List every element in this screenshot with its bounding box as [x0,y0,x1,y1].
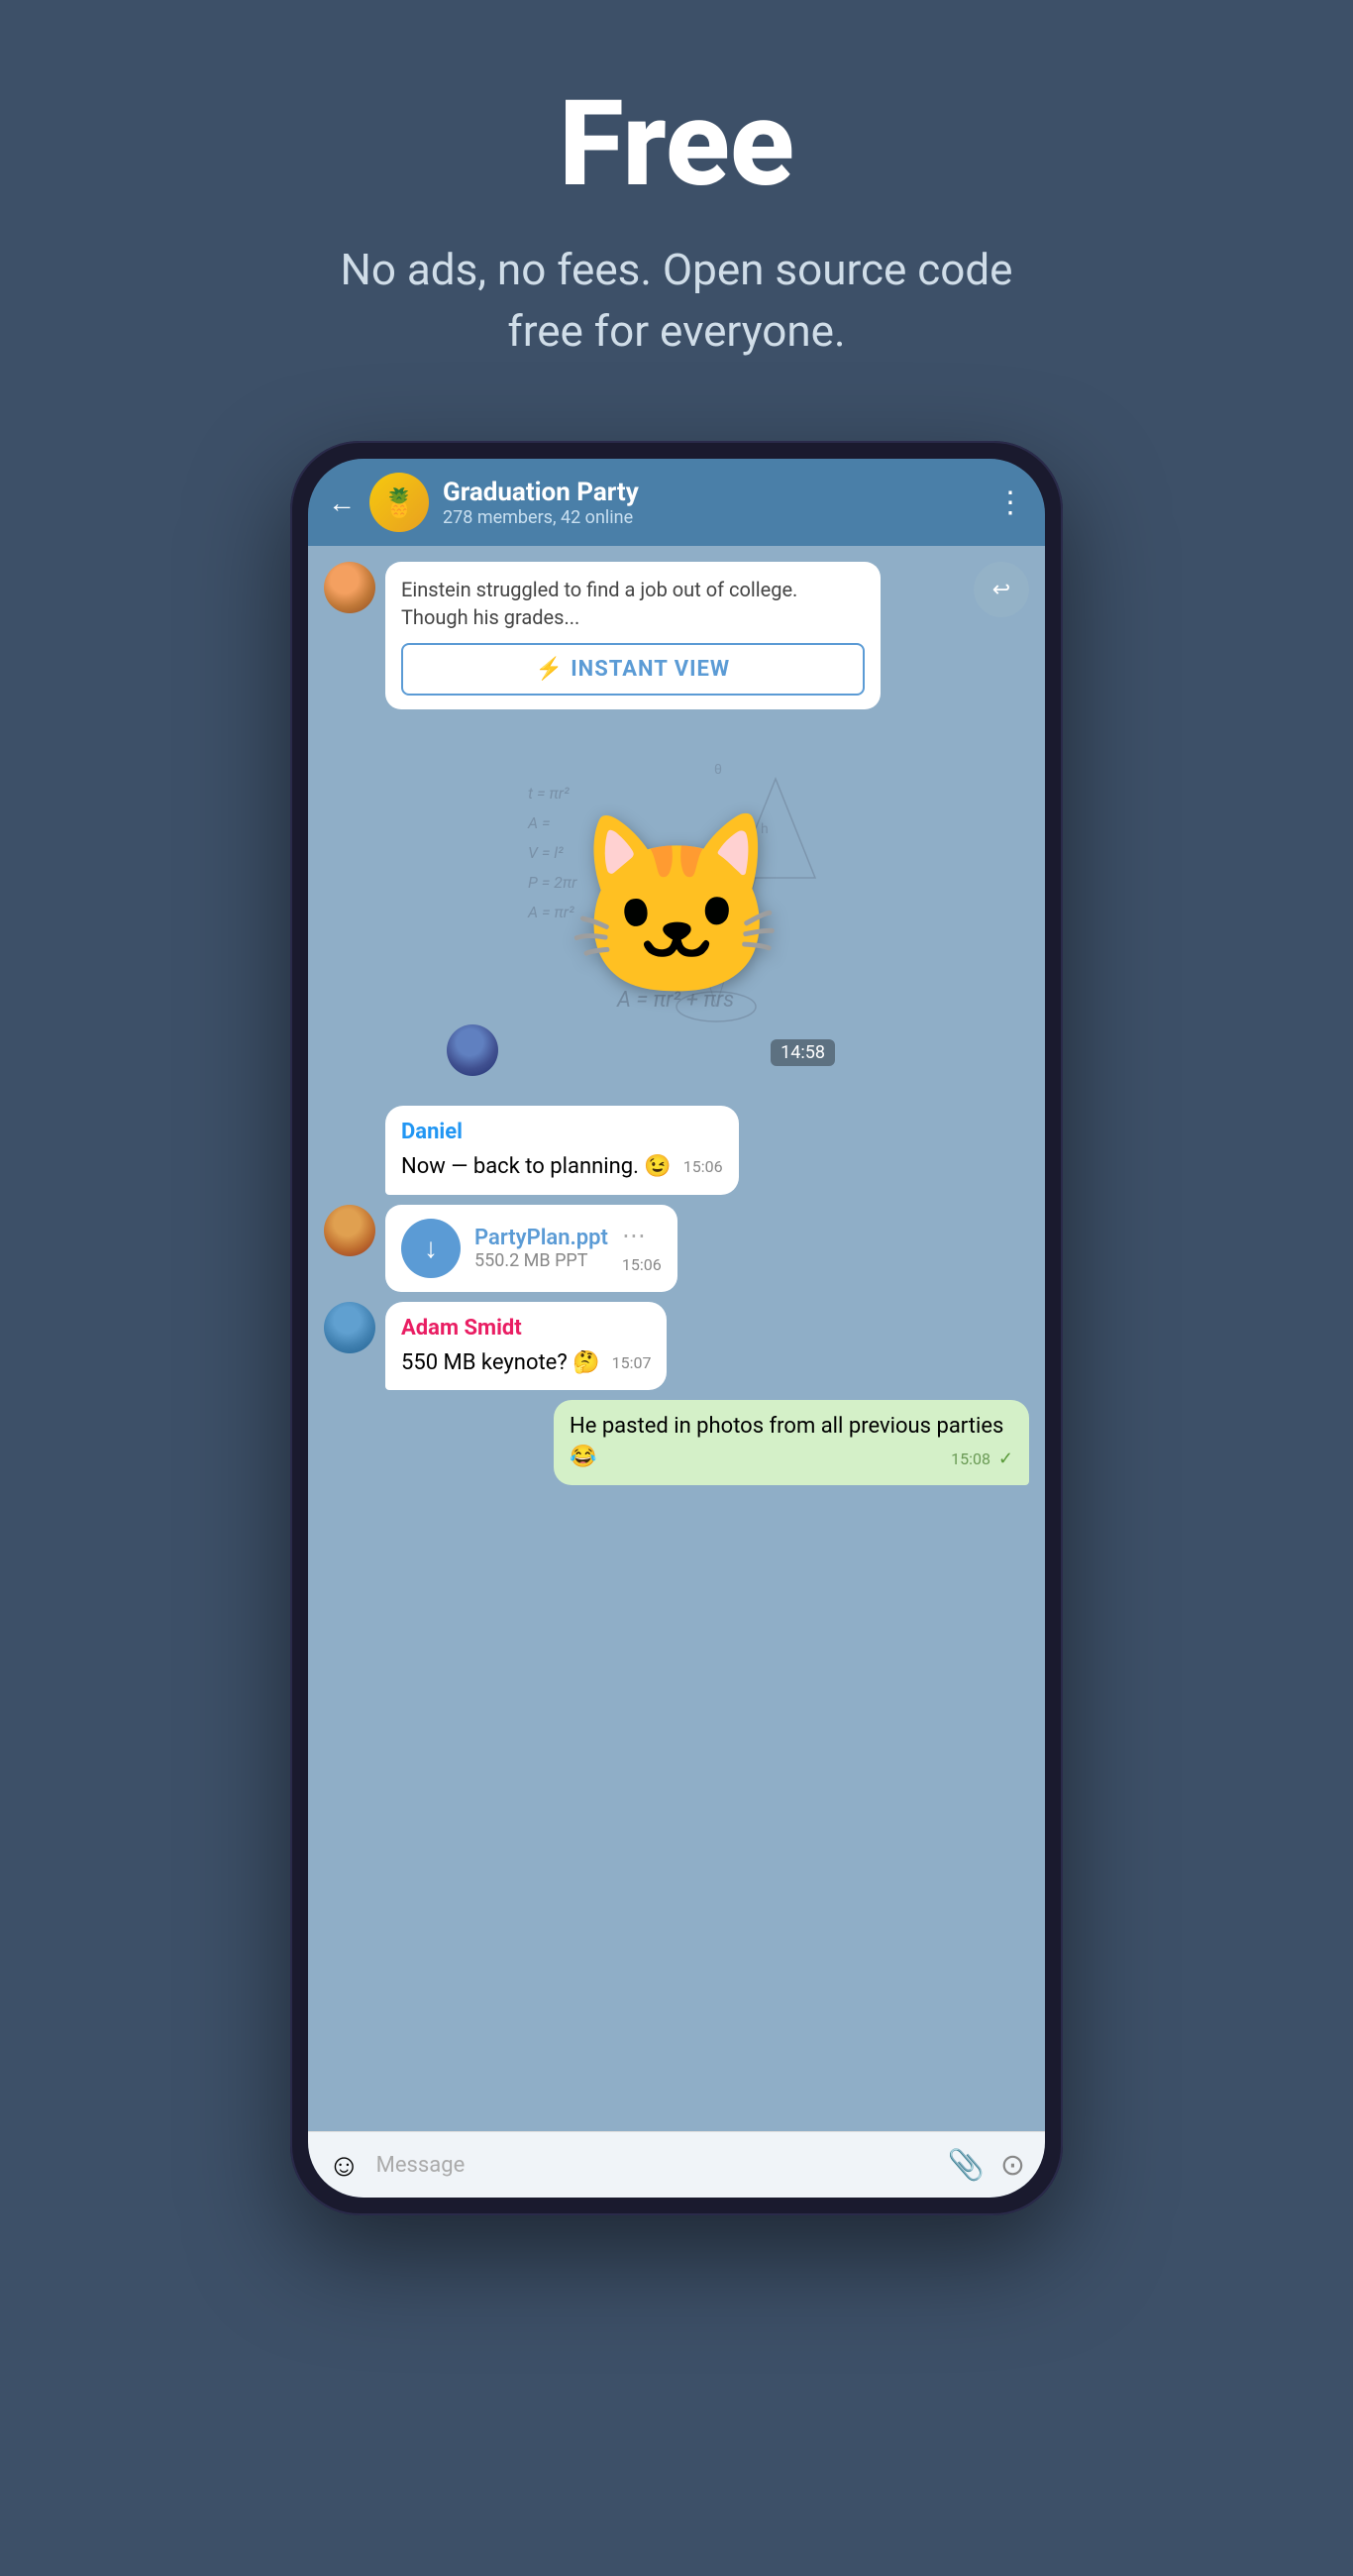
adam-sender-name: Adam Smidt [401,1314,651,1344]
check-icon: ✓ [998,1449,1013,1469]
article-bubble-group: Einstein struggled to find a job out of … [385,562,964,719]
daniel-bubble-text: Daniel Now — back to planning. 😉 15:06 [385,1106,739,1195]
daniel-sender-name: Daniel [401,1118,723,1148]
file-time: 15:06 [622,1255,662,1274]
attachment-button[interactable]: 📎 [948,2148,985,2183]
file-name: PartyPlan.ppt [474,1226,608,1250]
sticker-sender-avatar [447,1024,498,1076]
chat-menu-button[interactable]: ⋮ [995,485,1025,520]
svg-text:θ: θ [714,762,722,778]
instant-view-button[interactable]: ⚡ INSTANT VIEW [401,643,865,696]
article-preview-text: Einstein struggled to find a job out of … [401,576,865,631]
adam-message-time: 15:07 [612,1352,652,1374]
adam-bubble: Adam Smidt 550 MB keynote? 🤔 15:07 [385,1302,667,1391]
adam-avatar [324,1302,375,1353]
hero-title: Free [330,79,1023,210]
my-message-time: 15:08 ✓ [951,1447,1013,1471]
daniel-message-text: Now — back to planning. 😉 [401,1154,672,1179]
phone-wrapper: ← 🍍 Graduation Party 278 members, 42 onl… [290,441,1063,2215]
members-info: 278 members, 42 online [443,507,982,528]
svg-text:A =: A = [527,813,551,832]
svg-text:V = l²: V = l² [528,843,564,862]
sticker-area: t = πr² A = V = l² P = 2πr A = πr² s = √… [508,739,845,1076]
chat-info: Graduation Party 278 members, 42 online [443,478,982,528]
phone-outer: ← 🍍 Graduation Party 278 members, 42 onl… [290,441,1063,2215]
instant-view-label: INSTANT VIEW [571,657,730,682]
file-menu-button[interactable]: ⋯ [622,1222,646,1249]
daniel-message-time: 15:06 [683,1156,723,1178]
group-avatar: 🍍 [369,473,429,532]
message-input-placeholder[interactable]: Message [376,2153,932,2178]
spacer [324,1143,375,1195]
avatar-girl [324,562,375,613]
emoji-button[interactable]: ☺ [328,2146,361,2184]
my-message-row: He pasted in photos from all previous pa… [324,1400,1029,1485]
bolt-icon: ⚡ [536,657,563,682]
hero-section: Free No ads, no fees. Open source code f… [231,0,1122,421]
chat-body: Einstein struggled to find a job out of … [308,546,1045,2131]
article-message-row: Einstein struggled to find a job out of … [324,562,1029,719]
group-name: Graduation Party [443,478,982,507]
sticker-container: t = πr² A = V = l² P = 2πr A = πr² s = √… [324,729,1029,1106]
file-bubble-right: ⋯ 15:06 [622,1222,662,1274]
svg-text:t = πr²: t = πr² [528,784,570,803]
file-size: 550.2 MB PPT [474,1250,608,1271]
file-download-button[interactable]: ↓ [401,1219,461,1278]
file-sender-avatar [324,1205,375,1256]
daniel-message-row: Daniel Now — back to planning. 😉 15:06 [324,1106,1029,1195]
my-message-text: He pasted in photos from all previous pa… [570,1414,1003,1469]
file-message-row: ↓ PartyPlan.ppt 550.2 MB PPT ⋯ 15:06 [324,1205,1029,1292]
input-bar: ☺ Message 📎 ⊙ [308,2131,1045,2198]
phone-screen: ← 🍍 Graduation Party 278 members, 42 onl… [308,459,1045,2198]
hero-subtitle: No ads, no fees. Open source code free f… [330,240,1023,362]
cat-sticker-emoji: 🐱 [566,818,787,997]
adam-message-row: Adam Smidt 550 MB keynote? 🤔 15:07 [324,1302,1029,1391]
share-button[interactable]: ↩ [974,562,1029,617]
article-card: Einstein struggled to find a job out of … [385,562,881,709]
file-info: PartyPlan.ppt 550.2 MB PPT [474,1226,608,1271]
my-bubble: He pasted in photos from all previous pa… [554,1400,1029,1485]
file-bubble: ↓ PartyPlan.ppt 550.2 MB PPT ⋯ 15:06 [385,1205,677,1292]
back-button[interactable]: ← [328,486,356,519]
chat-header: ← 🍍 Graduation Party 278 members, 42 onl… [308,459,1045,546]
adam-message-text: 550 MB keynote? 🤔 [401,1350,600,1375]
sticker-timestamp: 14:58 [771,1039,835,1066]
camera-button[interactable]: ⊙ [1000,2148,1025,2183]
